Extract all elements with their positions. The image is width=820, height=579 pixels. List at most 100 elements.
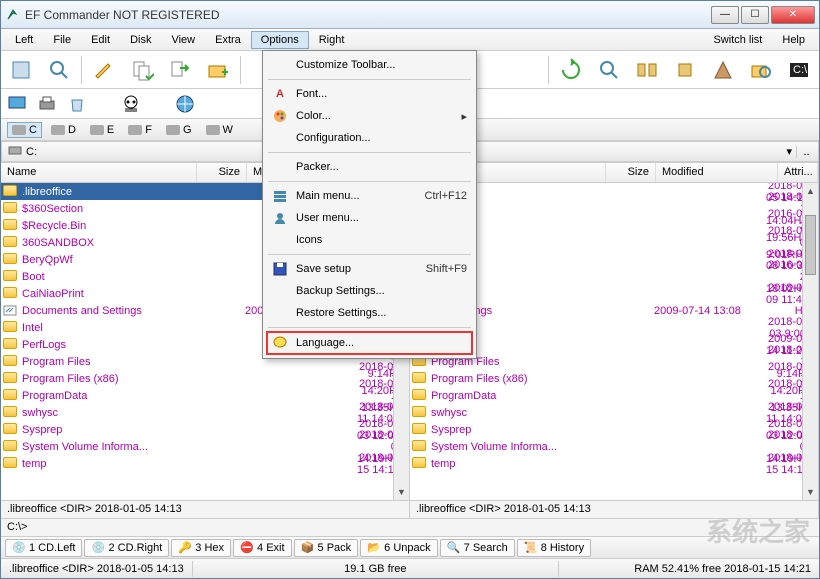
status-left: .libreoffice <DIR> 2018-01-05 14:13 — [1, 501, 410, 518]
menu-edit[interactable]: Edit — [81, 31, 120, 49]
svg-text:C:\: C:\ — [793, 64, 808, 76]
path-updir-icon[interactable]: .. — [796, 146, 812, 158]
col-attr[interactable]: Attri... — [778, 163, 818, 182]
bottom-bar: .libreoffice <DIR> 2018-01-05 14:13 19.1… — [1, 558, 819, 578]
status-row: .libreoffice <DIR> 2018-01-05 14:13 .lib… — [1, 500, 819, 518]
font-icon: A — [272, 86, 288, 102]
dd-icons[interactable]: Icons — [266, 229, 473, 251]
drive-e[interactable]: E — [85, 122, 119, 138]
drive-d[interactable]: D — [46, 122, 81, 138]
scrollbar-right[interactable]: ▲ ▼ — [802, 183, 818, 500]
window-title: EF Commander NOT REGISTERED — [25, 8, 711, 22]
scroll-down-icon[interactable]: ▼ — [803, 484, 818, 500]
t2-skull-icon[interactable] — [119, 92, 143, 116]
dd-backup-settings[interactable]: Backup Settings... — [266, 280, 473, 302]
file-row[interactable]: swhysc2018-01-11 14:07 — [410, 404, 818, 421]
tb-join-icon[interactable] — [669, 54, 701, 86]
file-row[interactable]: swhysc2018-01-11 14:07 — [1, 404, 409, 421]
tb-pyramid-icon[interactable] — [707, 54, 739, 86]
palette-icon — [272, 108, 288, 124]
scroll-thumb[interactable] — [805, 215, 816, 275]
fkey-cd-left[interactable]: 💿1 CD.Left — [5, 539, 82, 557]
path-left-text: C: — [26, 146, 37, 158]
tb-folder-add-icon[interactable] — [202, 54, 234, 86]
file-row[interactable]: System Volume Informa...2018-01-05 14:19… — [1, 438, 409, 455]
save-icon — [272, 261, 288, 277]
tb-console-icon[interactable]: C:\ — [783, 54, 815, 86]
file-row[interactable]: ProgramData2018-01-15 13:35H — [1, 387, 409, 404]
chevron-right-icon: ▸ — [461, 110, 467, 123]
tb-copy-icon[interactable] — [126, 54, 158, 86]
fkey-exit[interactable]: ⛔4 Exit — [233, 539, 292, 557]
dd-configuration[interactable]: Configuration... — [266, 127, 473, 149]
file-row[interactable]: temp2018-01-15 14:13 — [1, 455, 409, 472]
drive-c[interactable]: C — [7, 122, 42, 138]
dd-main-menu[interactable]: Main menu...Ctrl+F12 — [266, 185, 473, 207]
file-row[interactable]: temp2018-01-15 14:13 — [410, 455, 818, 472]
options-dropdown: Customize Toolbar... AFont... Color...▸ … — [262, 50, 477, 359]
minimize-button[interactable]: — — [711, 6, 739, 24]
file-row[interactable]: System Volume Informa...2018-01-05 14:19… — [410, 438, 818, 455]
fkey-search[interactable]: 🔍7 Search — [440, 539, 515, 557]
col-size[interactable]: Size — [606, 163, 656, 182]
dd-save-setup[interactable]: Save setupShift+F9 — [266, 258, 473, 280]
tb-new-icon[interactable] — [5, 54, 37, 86]
drive-icon — [8, 143, 22, 160]
menu-switch-list[interactable]: Switch list — [703, 31, 772, 49]
close-button[interactable]: ✕ — [771, 6, 815, 24]
col-modified[interactable]: Modified — [656, 163, 778, 182]
dd-restore-settings[interactable]: Restore Settings... — [266, 302, 473, 324]
tb-refresh-icon[interactable] — [555, 54, 587, 86]
dd-language[interactable]: Language... — [266, 331, 473, 355]
tb-move-icon[interactable] — [164, 54, 196, 86]
menu-right[interactable]: Right — [309, 31, 355, 49]
menu-disk[interactable]: Disk — [120, 31, 161, 49]
scroll-down-icon[interactable]: ▼ — [394, 484, 409, 500]
dd-packer[interactable]: Packer... — [266, 156, 473, 178]
maximize-button[interactable]: ☐ — [741, 6, 769, 24]
menu-options[interactable]: Options — [251, 31, 309, 49]
dd-color[interactable]: Color...▸ — [266, 105, 473, 127]
file-row[interactable]: Sysprep2018-01-03 12:07 — [410, 421, 818, 438]
dd-font[interactable]: AFont... — [266, 83, 473, 105]
function-keys: 💿1 CD.Left💿2 CD.Right🔑3 Hex⛔4 Exit📦5 Pac… — [1, 536, 819, 558]
menu-left[interactable]: Left — [5, 31, 43, 49]
speech-bubble-icon — [272, 335, 288, 351]
chevron-down-icon[interactable]: ▾ — [786, 145, 792, 158]
tb-split-icon[interactable] — [631, 54, 663, 86]
menu-file[interactable]: File — [43, 31, 81, 49]
fkey-unpack[interactable]: 📂6 Unpack — [360, 539, 437, 557]
t2-trash-icon[interactable] — [65, 92, 89, 116]
col-size[interactable]: Size — [197, 163, 247, 182]
app-icon — [5, 7, 21, 23]
dd-user-menu[interactable]: User menu... — [266, 207, 473, 229]
menu-help[interactable]: Help — [772, 31, 815, 49]
file-row[interactable]: Program Files (x86)2018-01-15 14:20R — [410, 370, 818, 387]
bottom-selection: .libreoffice <DIR> 2018-01-05 14:13 — [1, 561, 193, 577]
fkey-cd-right[interactable]: 💿2 CD.Right — [84, 539, 169, 557]
user-icon — [272, 210, 288, 226]
dd-customize-toolbar[interactable]: Customize Toolbar... — [266, 54, 473, 76]
menu-view[interactable]: View — [161, 31, 205, 49]
menu-extra[interactable]: Extra — [205, 31, 251, 49]
tb-search-icon[interactable] — [43, 54, 75, 86]
tb-find-folder-icon[interactable] — [745, 54, 777, 86]
file-row[interactable]: ProgramData2018-01-15 13:35H — [410, 387, 818, 404]
status-right: .libreoffice <DIR> 2018-01-05 14:13 — [410, 501, 819, 518]
file-row[interactable]: Program Files (x86)2018-01-15 14:20R — [1, 370, 409, 387]
file-row[interactable]: Sysprep2018-01-03 12:07 — [1, 421, 409, 438]
tb-zoom-icon[interactable] — [593, 54, 625, 86]
drive-w[interactable]: W — [201, 122, 238, 138]
fkey-hex[interactable]: 🔑3 Hex — [171, 539, 231, 557]
col-name[interactable]: Name — [1, 163, 197, 182]
command-line[interactable]: C:\> — [1, 518, 819, 536]
drive-f[interactable]: F — [123, 122, 157, 138]
fkey-history[interactable]: 📜8 History — [517, 539, 591, 557]
t2-globe-icon[interactable] — [173, 92, 197, 116]
t2-printer-icon[interactable] — [35, 92, 59, 116]
scroll-up-icon[interactable]: ▲ — [803, 183, 818, 199]
drive-g[interactable]: G — [161, 122, 197, 138]
tb-edit-icon[interactable] — [88, 54, 120, 86]
t2-desktop-icon[interactable] — [5, 92, 29, 116]
fkey-pack[interactable]: 📦5 Pack — [294, 539, 359, 557]
